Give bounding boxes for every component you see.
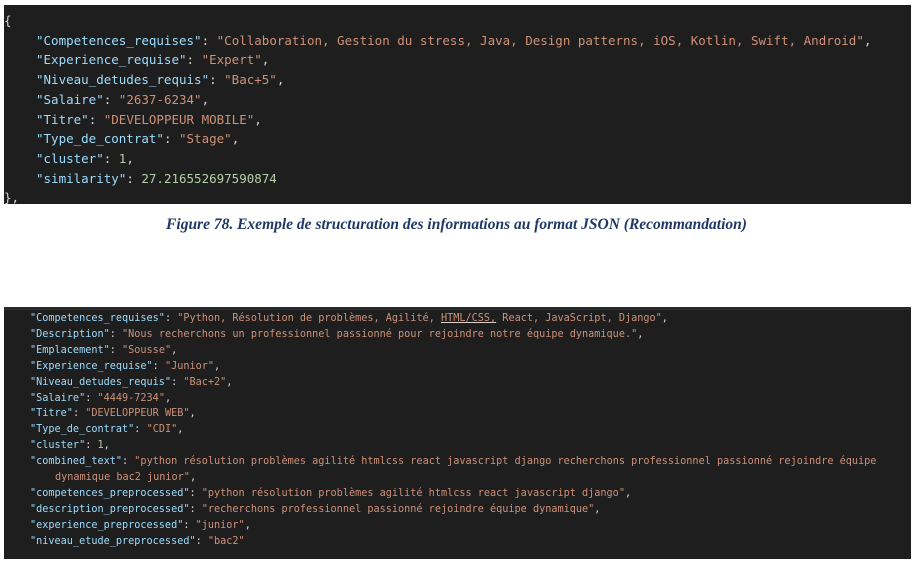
json-line-combined-text-wrap: dynamique bac2 junior", [55,472,197,484]
close-brace: }, [4,188,911,204]
json-line-niveau: "Niveau_detudes_requis": "Bac+5", [36,72,285,88]
editor-top-strip [4,307,911,310]
json-value: "DEVELOPPEUR MOBILE" [103,111,255,127]
json-value: "4449-7234" [97,392,165,404]
open-brace: { [4,11,911,31]
json-key: "Emplacement" [30,344,110,356]
json-line-experience-preprocessed: "experience_preprocessed": "junior", [30,519,251,531]
json-value: "bac2" [207,535,245,547]
json-value: "CDI" [146,424,178,436]
json-key: "experience_preprocessed" [30,519,184,531]
json-line-contrat: "Type_de_contrat": "CDI", [30,424,184,436]
json-line-description: "Description": "Nous recherchons un prof… [30,328,644,340]
json-line-niveau-preprocessed: "niveau_etude_preprocessed": "bac2" [30,535,245,547]
json-key: "Experience_requise" [30,360,153,372]
json-key: "cluster" [36,150,104,166]
json-value: "recherchons professionnel passionné rej… [201,503,595,515]
json-line-cluster: "cluster": 1, [36,150,134,166]
json-key: "Titre" [30,408,73,420]
json-key: "Type_de_contrat" [36,131,164,147]
json-value: "python résolution problèmes agilité htm… [134,456,877,468]
json-key: "Salaire" [36,91,104,107]
brace-text: { [4,13,12,28]
json-value: "Bac+5" [224,72,277,88]
json-key: "combined_text" [30,456,123,468]
json-value: "Collaboration, Gestion du stress, Java,… [216,32,864,48]
json-line-titre: "Titre": "DEVELOPPEUR WEB", [30,408,196,420]
json-line-experience: "Experience_requise": "Expert", [36,52,270,68]
json-line-combined-text: "combined_text": "python résolution prob… [30,456,877,468]
json-value: "Sousse" [122,344,172,356]
json-code-block-recommendation: { "Competences_requises": "Collaboration… [4,5,911,204]
json-line-competences: "Competences_requises": "Python, Résolut… [30,313,668,324]
json-key: "Salaire" [30,392,86,404]
json-key: "Experience_requise" [36,52,187,68]
brace-text: }, [4,190,20,204]
json-value: "Bac+2" [183,376,227,388]
json-line-competences-preprocessed: "competences_preprocessed": "python réso… [30,487,632,499]
json-key: "Description" [30,328,110,340]
json-value: "Nous recherchons un professionnel passi… [122,328,638,340]
json-key: "competences_preprocessed" [30,487,190,499]
json-key: "Type_de_contrat" [30,424,135,436]
json-value: "2637-6234" [118,91,202,107]
json-key: "Competences_requises" [36,32,202,48]
json-value: "Expert" [201,52,262,68]
json-line-similarity: "similarity": 27.216552697590874 [36,170,277,186]
json-value: "python résolution problèmes agilité htm… [201,487,625,499]
json-key: "similarity" [36,170,127,186]
json-key: "Niveau_detudes_requis" [36,72,210,88]
json-key: "cluster" [30,440,86,452]
json-key: "Niveau_detudes_requis" [30,376,172,388]
json-key: "Titre" [36,111,89,127]
json-line-niveau: "Niveau_detudes_requis": "Bac+2", [30,376,233,388]
json-value: "Stage" [179,131,232,147]
json-line-competences: "Competences_requises": "Collaboration, … [36,32,872,48]
json-line-emplacement: "Emplacement": "Sousse", [30,344,178,356]
json-value: 27.216552697590874 [141,170,277,186]
json-line-contrat: "Type_de_contrat": "Stage", [36,131,240,147]
figure-caption: Figure 78. Exemple de structuration des … [166,216,747,233]
json-key: "Competences_requises" [30,313,165,324]
json-line-cluster: "cluster": 1, [30,440,110,452]
json-value: "DEVELOPPEUR WEB" [85,408,190,420]
json-value-wrap: dynamique bac2 junior" [55,472,190,484]
json-line-titre: "Titre": "DEVELOPPEUR MOBILE", [36,111,262,127]
json-value: "junior" [195,519,245,531]
json-value: "Python, Résolution de problèmes, Agilit… [177,313,662,324]
json-line-experience: "Experience_requise": "Junior", [30,360,221,372]
json-value: "Junior" [164,360,215,372]
json-key: "description_preprocessed" [30,503,190,515]
json-line-salaire: "Salaire": "4449-7234", [30,392,172,404]
json-line-description-preprocessed: "description_preprocessed": "recherchons… [30,503,601,515]
json-code-block-dataset: "Competences_requises": "Python, Résolut… [4,307,911,559]
json-key: "niveau_etude_preprocessed" [30,535,196,547]
json-line-salaire: "Salaire": "2637-6234", [36,91,210,107]
